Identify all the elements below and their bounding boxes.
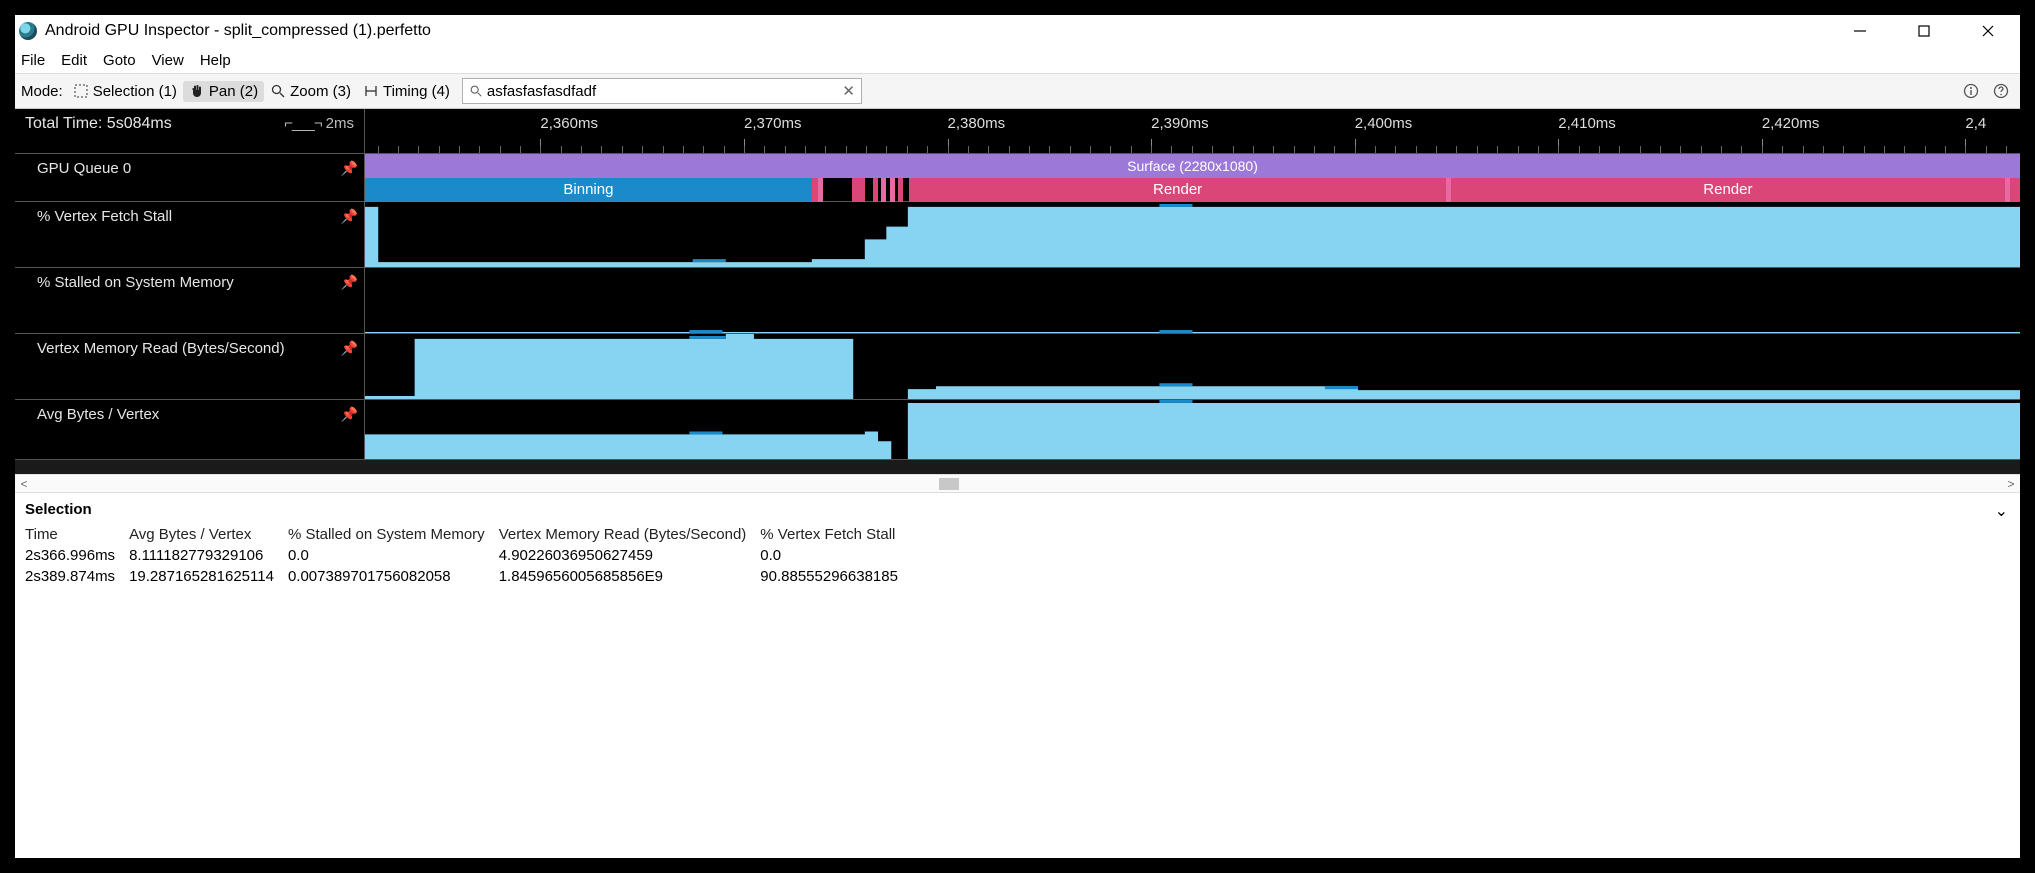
timeline-area: Total Time: 5s084ms ⌐___¬2ms 2,360ms 2,37… [15,109,2020,474]
selection-title: Selection [25,501,2010,524]
scroll-right-arrow[interactable]: > [2002,477,2020,491]
graph-vertex-fetch-stall[interactable] [365,202,2020,267]
pin-icon[interactable]: 📌 [341,208,358,225]
scale-label: ⌐___¬2ms [274,109,364,138]
ruler-label: 2,420ms [1762,115,1820,132]
pin-icon[interactable]: 📌 [341,274,358,291]
track-title-gpu: GPU Queue 0 [37,160,131,177]
timing-icon [363,83,379,99]
pin-icon[interactable]: 📌 [341,340,358,357]
col-vmr[interactable]: Vertex Memory Read (Bytes/Second) [499,524,761,545]
ruler-label: 2,400ms [1355,115,1413,132]
track-avg-bytes-vertex: Avg Bytes / Vertex 📌 [15,400,2020,460]
timeline-header: Total Time: 5s084ms ⌐___¬2ms 2,360ms 2,37… [15,109,2020,154]
gpu-phases: Binning RenderRender [365,178,2020,202]
collapse-selection-icon[interactable]: ⌄ [1995,501,2008,521]
gpu-phase-thinRender[interactable] [2010,178,2020,202]
titlebar: Android GPU Inspector - split_compressed… [15,15,2020,47]
graph-stalled-sysmem[interactable] [365,268,2020,333]
hand-icon [189,83,205,99]
graph-avg-bytes-vertex[interactable] [365,400,2020,459]
gpu-phase-thinPink[interactable] [881,178,886,202]
ruler-label: 2,4 [1965,115,1986,132]
gpu-phase-thinPink[interactable] [890,178,895,202]
app-icon [19,22,37,40]
maximize-button[interactable] [1904,19,1944,43]
track-title-abv: Avg Bytes / Vertex [37,406,159,423]
menu-view[interactable]: View [144,52,192,69]
mode-selection-label: Selection (1) [93,83,177,100]
minimize-button[interactable] [1840,19,1880,43]
timeline-ruler[interactable]: 2,360ms 2,370ms 2,380ms 2,390ms 2,400ms 2,410… [365,109,2020,153]
clear-search-icon[interactable]: ✕ [842,82,855,100]
timeline-header-left: Total Time: 5s084ms ⌐___¬2ms [15,109,365,153]
menu-help[interactable]: Help [192,52,239,69]
gpu-phase-render[interactable]: Render [1451,178,2005,202]
scroll-left-arrow[interactable]: < [15,477,33,491]
close-button[interactable] [1968,19,2008,43]
pin-icon[interactable]: 📌 [341,406,358,423]
track-vertex-fetch-stall: % Vertex Fetch Stall 📌 [15,202,2020,268]
timeline-inner-scroll[interactable] [15,460,2020,474]
selection-table: Time Avg Bytes / Vertex % Stalled on Sys… [25,524,912,587]
mode-zoom[interactable]: Zoom (3) [264,81,357,102]
window-title: Android GPU Inspector - split_compressed… [45,22,431,40]
ruler-label: 2,390ms [1151,115,1209,132]
ruler-label: 2,380ms [948,115,1006,132]
ruler-label: 2,370ms [744,115,802,132]
track-title-vfs: % Vertex Fetch Stall [37,208,172,225]
col-time[interactable]: Time [25,524,129,545]
gpu-phase-thinRender[interactable] [873,178,878,202]
gpu-phase-thinRender[interactable] [852,178,865,202]
track-stalled-sysmem: % Stalled on System Memory 📌 [15,268,2020,334]
gpu-phase-thinPink[interactable] [818,178,823,202]
table-row[interactable]: 2s389.874ms 19.287165281625114 0.0073897… [25,566,912,587]
table-row[interactable]: 2s366.996ms 8.111182779329106 0.0 4.9022… [25,545,912,566]
mode-pan[interactable]: Pan (2) [183,81,264,102]
menu-edit[interactable]: Edit [53,52,95,69]
col-ssm[interactable]: % Stalled on System Memory [288,524,499,545]
gpu-phase-thinRender[interactable] [812,178,819,202]
pin-icon[interactable]: 📌 [341,160,358,177]
selection-icon [73,83,89,99]
track-title-vmr: Vertex Memory Read (Bytes/Second) [37,340,285,357]
horizontal-scrollbar[interactable]: < > [15,474,2020,492]
search-icon [469,84,483,98]
search-input[interactable] [483,83,842,100]
col-abv[interactable]: Avg Bytes / Vertex [129,524,288,545]
menubar: File Edit Goto View Help [15,47,2020,73]
ruler-label: 2,360ms [540,115,598,132]
total-time-label: Total Time: 5s084ms [15,109,182,139]
col-vfs[interactable]: % Vertex Fetch Stall [760,524,912,545]
gpu-surface-bar[interactable]: Surface (2280x1080) [365,154,2020,178]
ruler-label: 2,410ms [1558,115,1616,132]
track-gpu-queue: GPU Queue 0 📌 Surface (2280x1080) Binnin… [15,154,2020,202]
help-button[interactable] [1988,78,2014,104]
track-title-ssm: % Stalled on System Memory [37,274,234,291]
info-icon [1963,83,1979,99]
zoom-icon [270,83,286,99]
search-box[interactable]: ✕ [462,78,862,104]
mode-timing-label: Timing (4) [383,83,450,100]
mode-selection[interactable]: Selection (1) [67,81,183,102]
menu-goto[interactable]: Goto [95,52,144,69]
app-window: Android GPU Inspector - split_compressed… [15,15,2020,858]
info-button[interactable] [1958,78,1984,104]
track-vertex-mem-read: Vertex Memory Read (Bytes/Second) 📌 [15,334,2020,400]
mode-timing[interactable]: Timing (4) [357,81,456,102]
selection-panel: Selection ⌄ Time Avg Bytes / Vertex % St… [15,492,2020,595]
scroll-thumb[interactable] [939,478,959,490]
gpu-phase-render[interactable]: Render [909,178,1445,202]
mode-zoom-label: Zoom (3) [290,83,351,100]
gpu-phase-thinRender[interactable] [898,178,903,202]
toolbar: Mode: Selection (1) Pan (2) Zoom (3) Tim… [15,73,2020,109]
window-buttons [1840,19,2016,43]
menu-file[interactable]: File [17,52,53,69]
mode-label: Mode: [21,83,67,100]
graph-vertex-mem-read[interactable] [365,334,2020,399]
help-icon [1993,83,2009,99]
gpu-phase-binning[interactable]: Binning [365,178,812,202]
mode-pan-label: Pan (2) [209,83,258,100]
